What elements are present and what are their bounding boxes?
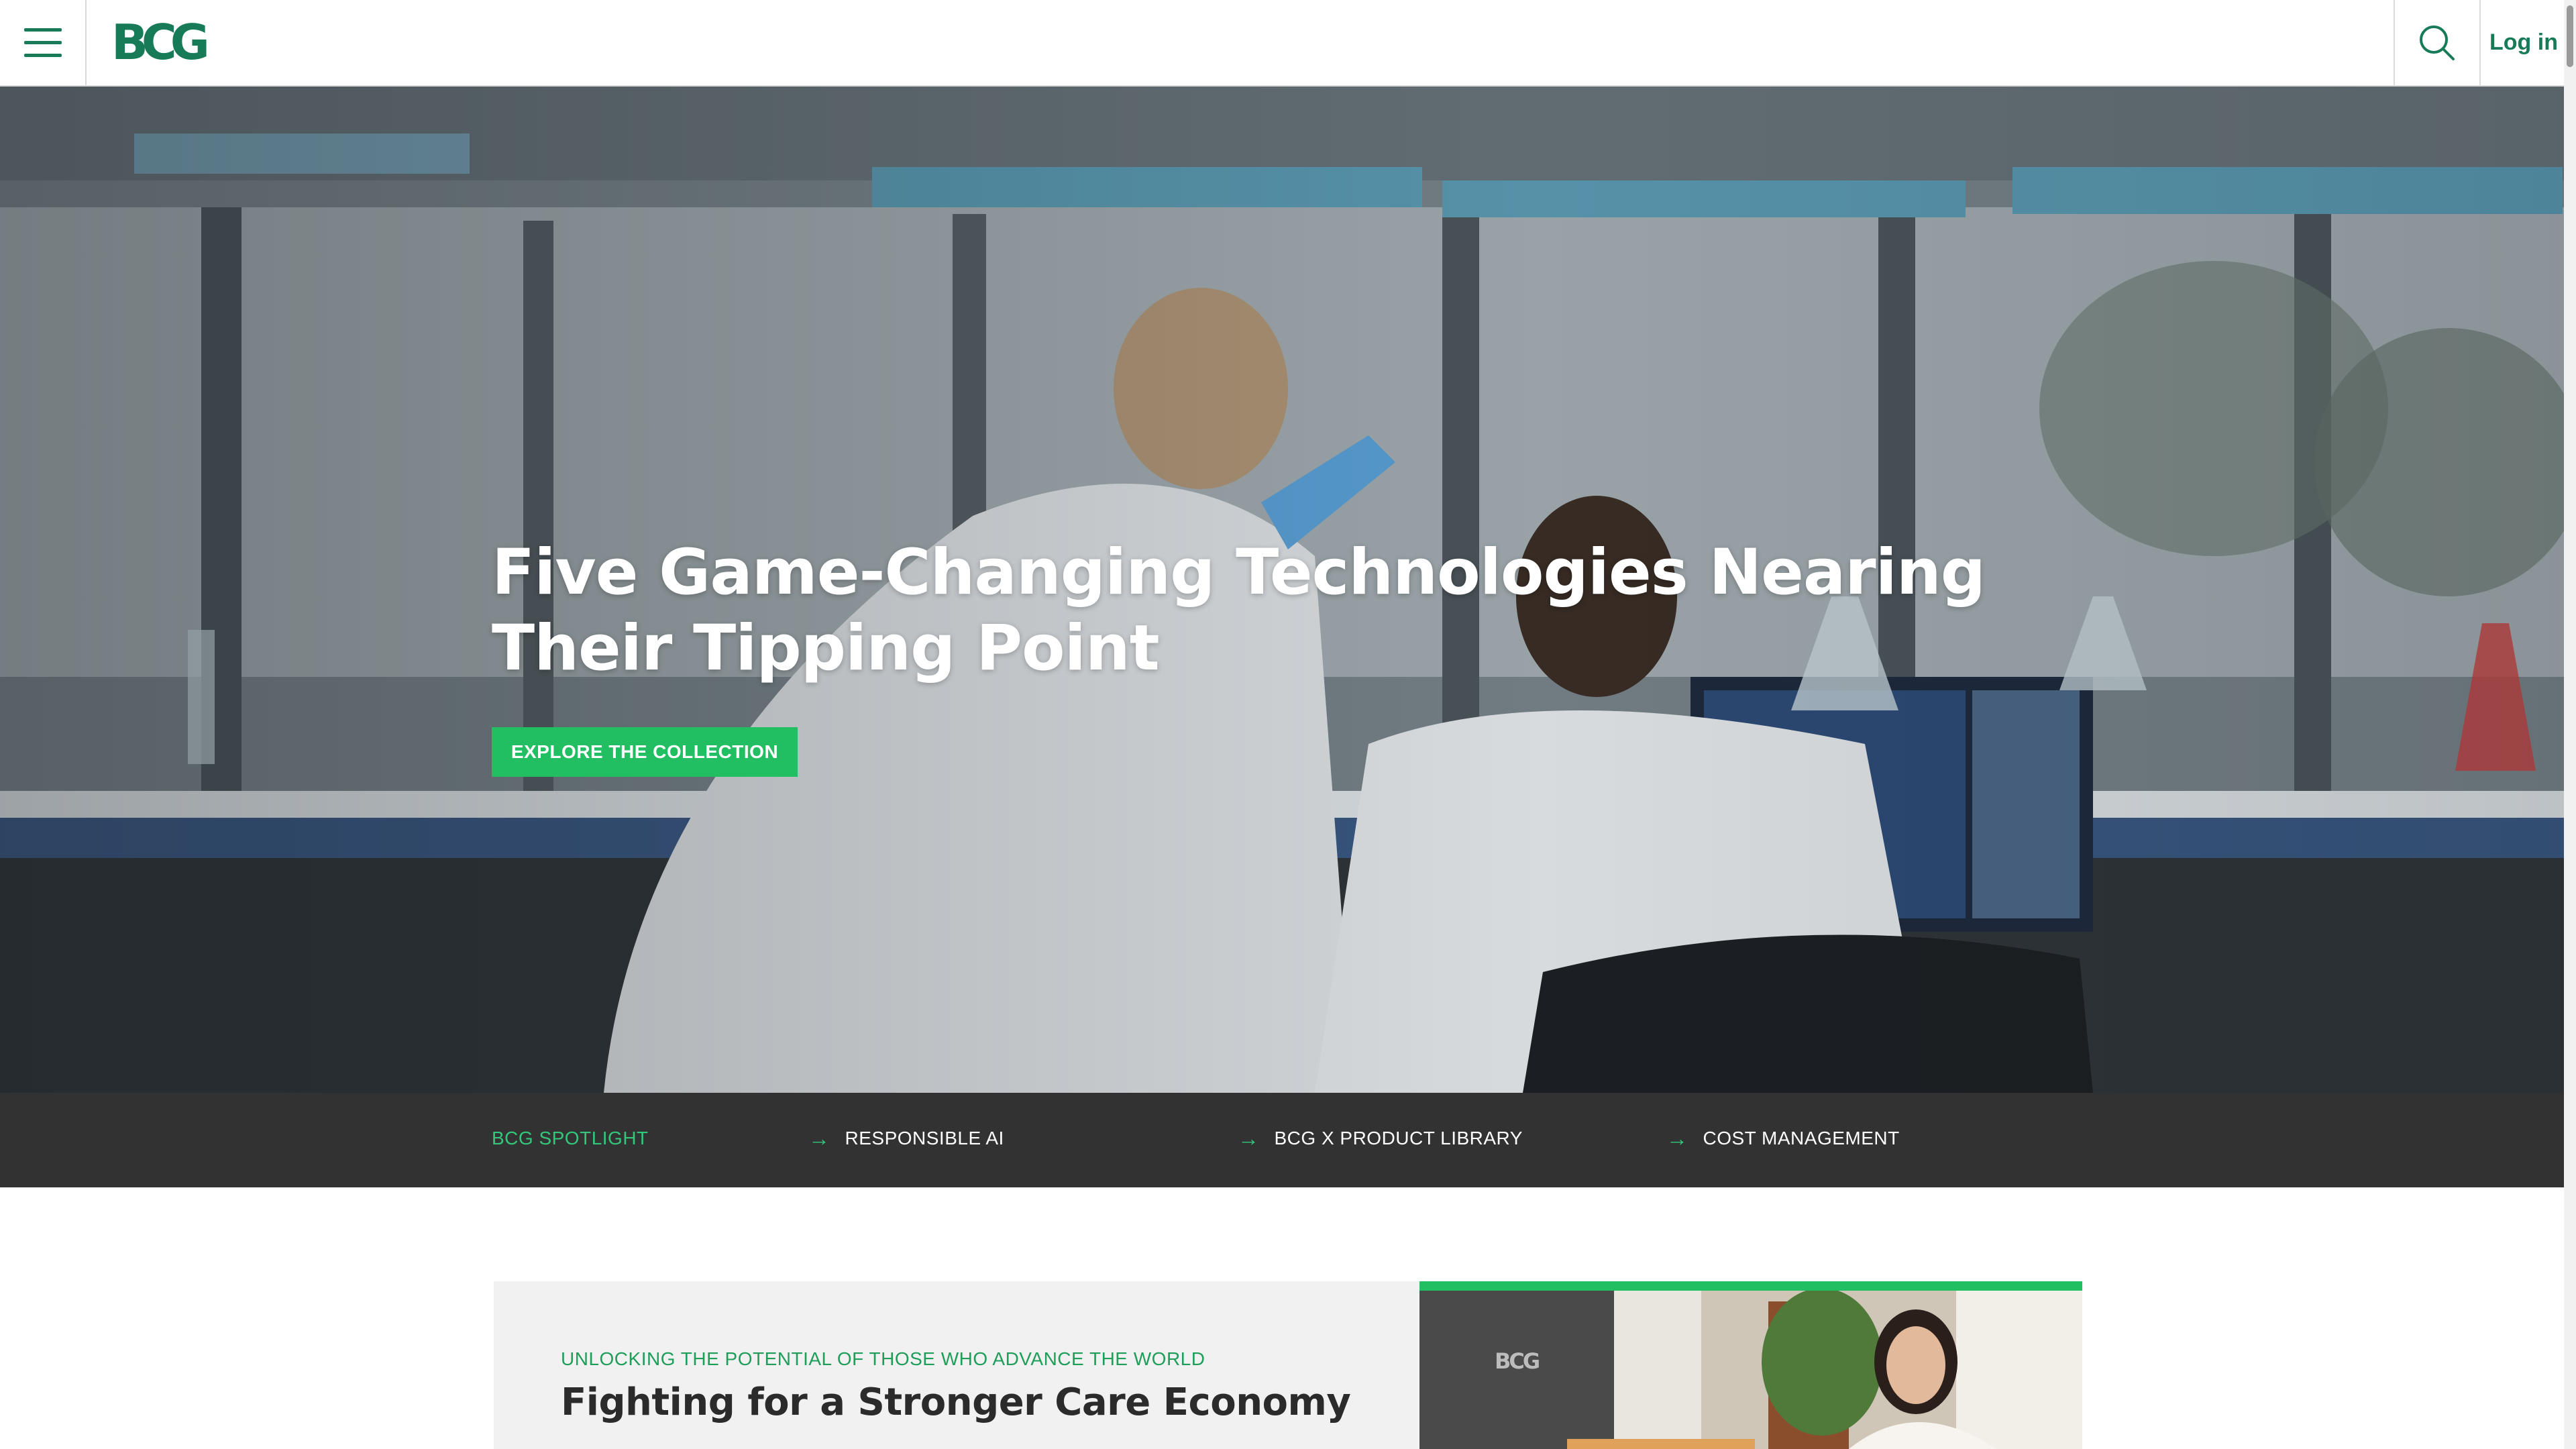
feature-card[interactable]: UNLOCKING THE POTENTIAL OF THOSE WHO ADV… — [494, 1281, 2082, 1449]
hero-banner: Five Game-Changing Technologies Nearing … — [0, 87, 2564, 1093]
arrow-right-icon: → — [808, 1126, 830, 1150]
bcg-sign-logo: BCG — [1495, 1348, 1540, 1374]
arrow-right-icon: → — [1238, 1126, 1260, 1150]
hamburger-menu-button[interactable] — [0, 0, 87, 85]
feature-card-eyebrow: UNLOCKING THE POTENTIAL OF THOSE WHO ADV… — [561, 1348, 1205, 1369]
spotlight-label: BCG SPOTLIGHT — [492, 1128, 649, 1148]
hamburger-menu-icon-line — [23, 54, 62, 57]
feature-card-title[interactable]: Fighting for a Stronger Care Economy — [561, 1381, 1351, 1424]
spotlight-link-responsible-ai[interactable]: → RESPONSIBLE AI — [808, 1128, 1004, 1149]
feature-card-text: UNLOCKING THE POTENTIAL OF THOSE WHO ADV… — [494, 1281, 1419, 1449]
hamburger-menu-icon-line — [23, 41, 62, 44]
search-icon — [2420, 25, 2455, 60]
explore-collection-button[interactable]: EXPLORE THE COLLECTION — [492, 727, 798, 777]
scrollbar-track[interactable] — [2564, 0, 2576, 1449]
page: BCG Log in Five Game-Changing Technologi… — [0, 0, 2576, 1449]
bcg-logo[interactable]: BCG — [111, 18, 210, 66]
spotlight-link-label: COST MANAGEMENT — [1703, 1128, 1900, 1148]
login-link[interactable]: Log in — [2479, 0, 2567, 85]
search-button[interactable] — [2394, 0, 2479, 85]
spotlight-link-product-library[interactable]: → BCG X PRODUCT LIBRARY — [1238, 1128, 1523, 1149]
spotlight-link-cost-management[interactable]: → COST MANAGEMENT — [1666, 1128, 1900, 1149]
arrow-right-icon: → — [1666, 1126, 1688, 1150]
hamburger-menu-icon-line — [23, 28, 62, 32]
hero-title: Five Game-Changing Technologies Nearing … — [492, 536, 1986, 685]
spotlight-link-label: RESPONSIBLE AI — [845, 1128, 1004, 1148]
scrollbar-thumb[interactable] — [2567, 5, 2573, 67]
spotlight-bar: BCG SPOTLIGHT → RESPONSIBLE AI → BCG X P… — [0, 1093, 2564, 1187]
feature-card-image: BCG — [1419, 1281, 2082, 1449]
spotlight-link-label: BCG X PRODUCT LIBRARY — [1274, 1128, 1523, 1148]
feature-card-accent-bar — [1419, 1281, 2082, 1291]
site-header: BCG Log in — [0, 0, 2576, 87]
